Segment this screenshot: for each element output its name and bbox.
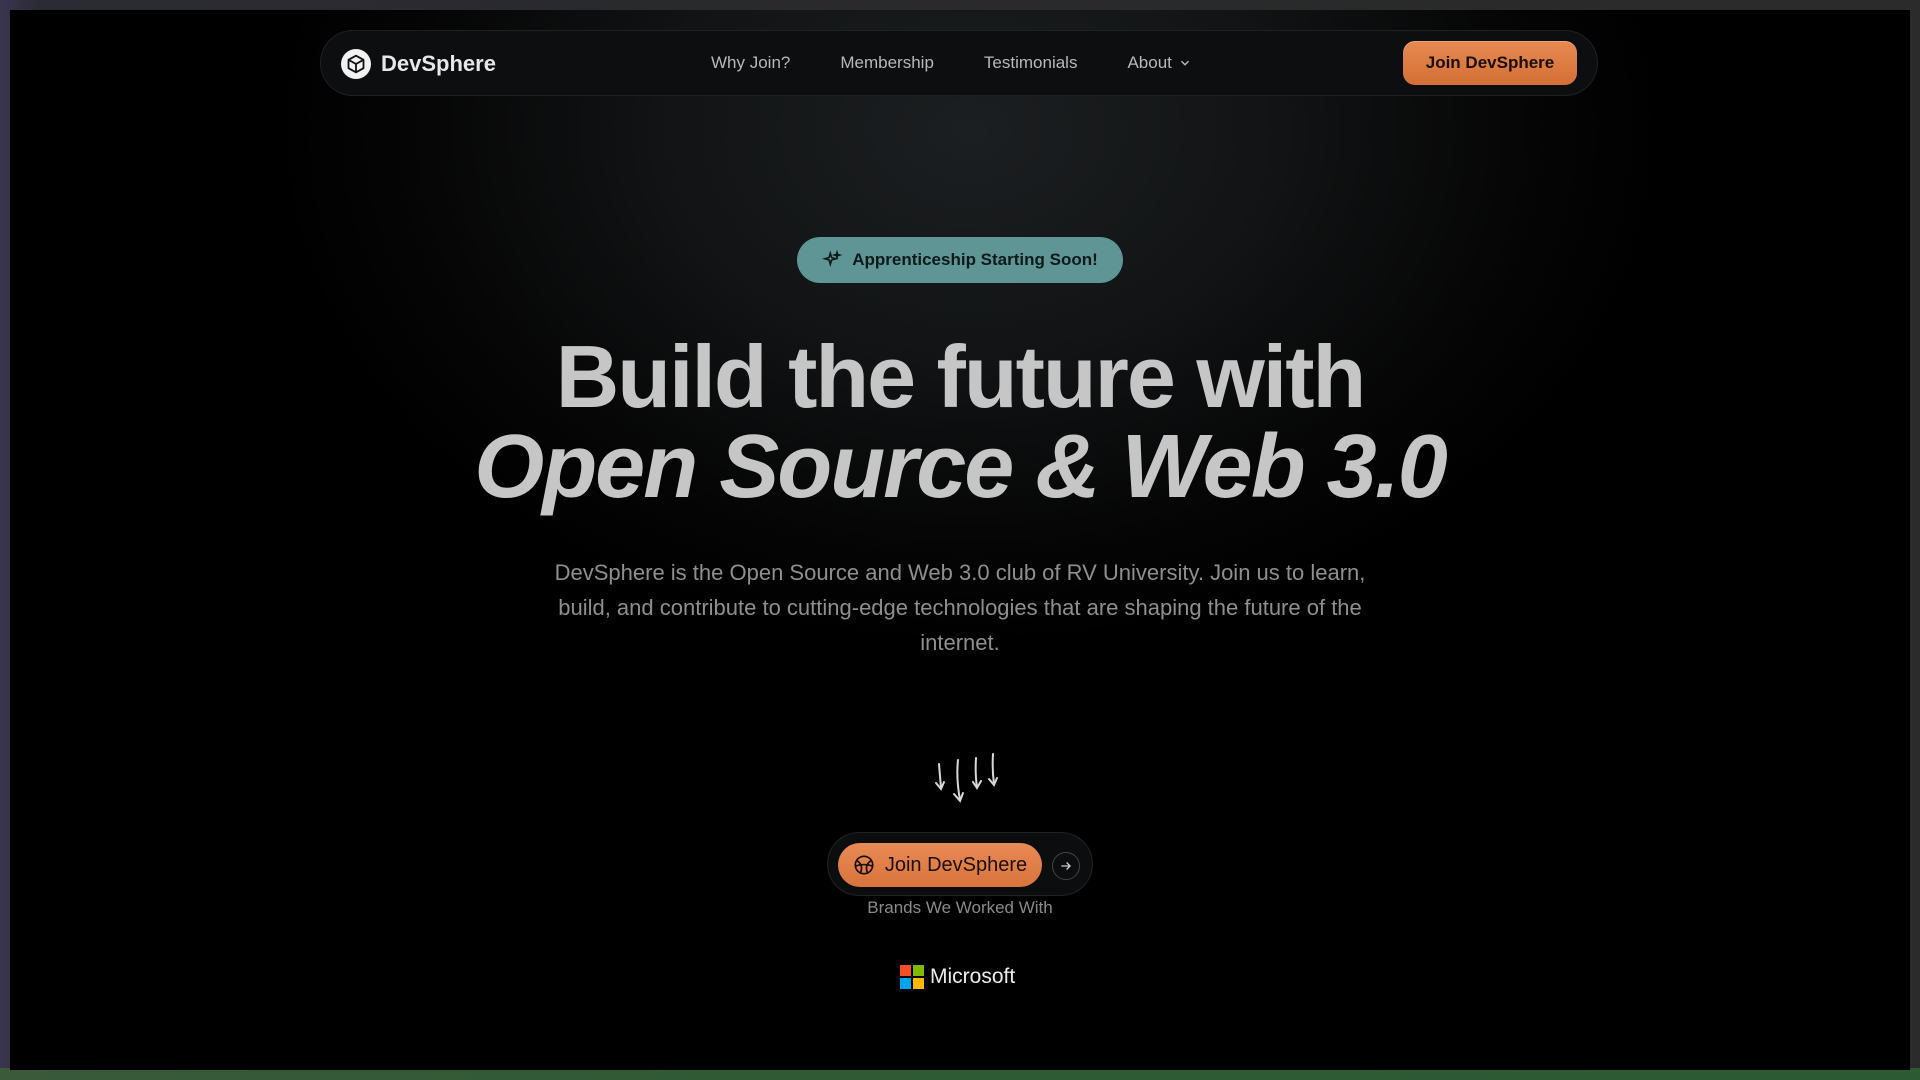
page-frame: DevSphere Why Join? Membership Testimoni… [10, 10, 1910, 1070]
apprenticeship-badge[interactable]: Apprenticeship Starting Soon! [797, 237, 1123, 283]
nav-link-why-join[interactable]: Why Join? [711, 53, 790, 73]
microsoft-brand: Microsoft [900, 965, 1015, 989]
cta-group: Join DevSphere [827, 832, 1093, 896]
headline-line-2: Open Source & Web 3.0 [474, 417, 1448, 517]
hand-drawn-arrows-icon [935, 753, 998, 803]
join-devsphere-nav-button[interactable]: Join DevSphere [1403, 41, 1577, 85]
arrow-right-button[interactable] [1052, 852, 1080, 880]
join-devsphere-button[interactable]: Join DevSphere [838, 843, 1042, 887]
sparkle-icon [822, 250, 843, 268]
badge-label: Apprenticeship Starting Soon! [852, 250, 1098, 269]
brand-name: DevSphere [381, 51, 496, 76]
nav-link-about[interactable]: About [1127, 53, 1191, 73]
microsoft-label: Microsoft [930, 965, 1016, 988]
nav-link-about-label: About [1127, 53, 1172, 72]
arrow-right-icon [1061, 862, 1071, 870]
chevron-down-icon [1180, 60, 1189, 66]
cube-logo-icon [341, 49, 371, 79]
globe-icon [854, 855, 874, 875]
nav-links: Why Join? Membership Testimonials About [711, 53, 1192, 73]
nav-link-membership[interactable]: Membership [840, 53, 934, 73]
join-devsphere-button-label: Join DevSphere [884, 853, 1028, 876]
brands-label: Brands We Worked With [867, 898, 1053, 917]
headline-line-1: Build the future with [555, 327, 1367, 426]
nav-link-testimonials[interactable]: Testimonials [984, 53, 1078, 73]
hero-subtitle: DevSphere is the Open Source and Web 3.0… [554, 560, 1366, 655]
navbar: DevSphere Why Join? Membership Testimoni… [320, 30, 1598, 96]
microsoft-logo-icon [900, 965, 924, 989]
brand[interactable]: DevSphere [341, 48, 496, 80]
